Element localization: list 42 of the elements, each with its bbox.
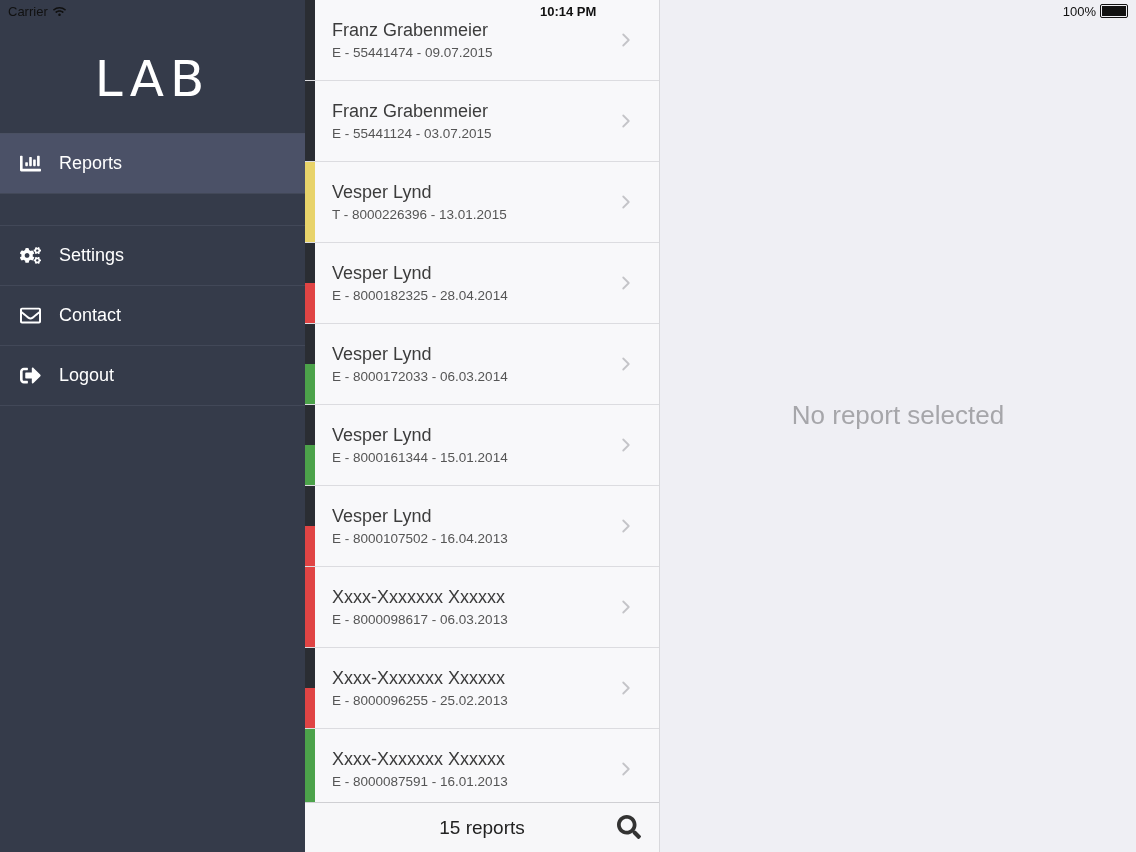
report-name: Vesper Lynd: [332, 425, 433, 446]
report-name: Xxxx-Xxxxxxx Xxxxxx: [332, 587, 506, 608]
report-name: Franz Grabenmeier: [332, 101, 490, 122]
report-name: Xxxx-Xxxxxxx Xxxxxx: [332, 668, 506, 689]
battery-icon: [1100, 4, 1128, 18]
report-name: Vesper Lynd: [332, 182, 433, 203]
gears-icon: [20, 245, 41, 266]
search-button[interactable]: [617, 815, 643, 842]
sidebar-item[interactable]: Reports: [0, 134, 305, 194]
report-detail: E - 55441474 - 09.07.2015: [332, 45, 494, 60]
empty-message: No report selected: [791, 399, 1005, 431]
report-name: Xxxx-Xxxxxxx Xxxxxx: [332, 749, 506, 770]
report-detail: E - 8000172033 - 06.03.2014: [332, 369, 509, 384]
report-detail: E - 8000096255 - 25.02.2013: [332, 693, 509, 708]
report-detail: T - 8000226396 - 13.01.2015: [332, 207, 508, 222]
report-row[interactable]: Vesper Lynd E - 8000107502 - 16.04.2013: [305, 486, 659, 567]
report-detail: E - 8000107502 - 16.04.2013: [332, 531, 509, 546]
envelope-icon: [20, 305, 41, 326]
report-name: Franz Grabenmeier: [332, 20, 490, 41]
clock: 10:14 PM: [540, 4, 597, 19]
bar-chart-icon: [20, 153, 41, 174]
report-row[interactable]: Vesper Lynd E - 8000161344 - 15.01.2014: [305, 405, 659, 486]
report-detail: E - 55441124 - 03.07.2015: [332, 126, 493, 141]
report-count: 15 reports: [439, 816, 525, 839]
report-detail: E - 8000182325 - 28.04.2014: [332, 288, 509, 303]
carrier-label: Carrier: [8, 3, 48, 19]
report-detail: E - 8000098617 - 06.03.2013: [332, 612, 509, 627]
battery-percent: 100%: [1062, 3, 1096, 19]
report-row[interactable]: Vesper Lynd E - 8000182325 - 28.04.2014: [305, 243, 659, 324]
report-row[interactable]: Vesper Lynd T - 8000226396 - 13.01.2015: [305, 162, 659, 243]
report-row[interactable]: Xxxx-Xxxxxxx Xxxxxx E - 8000098617 - 06.03.2013: [305, 567, 659, 648]
logout-icon: [20, 365, 41, 386]
report-name: Vesper Lynd: [332, 263, 433, 284]
report-row[interactable]: Franz Grabenmeier E - 55441124 - 03.07.2015: [305, 81, 659, 162]
report-row[interactable]: Vesper Lynd E - 8000172033 - 06.03.2014: [305, 324, 659, 405]
logo: LAB: [94, 49, 211, 108]
report-detail: E - 8000161344 - 15.01.2014: [332, 450, 509, 465]
wifi-icon: [52, 4, 66, 18]
report-row[interactable]: Xxxx-Xxxxxxx Xxxxxx E - 8000096255 - 25.02.2013: [305, 648, 659, 729]
report-name: Vesper Lynd: [332, 506, 433, 527]
report-detail: E - 8000087591 - 16.01.2013: [332, 774, 509, 789]
report-name: Vesper Lynd: [332, 344, 433, 365]
